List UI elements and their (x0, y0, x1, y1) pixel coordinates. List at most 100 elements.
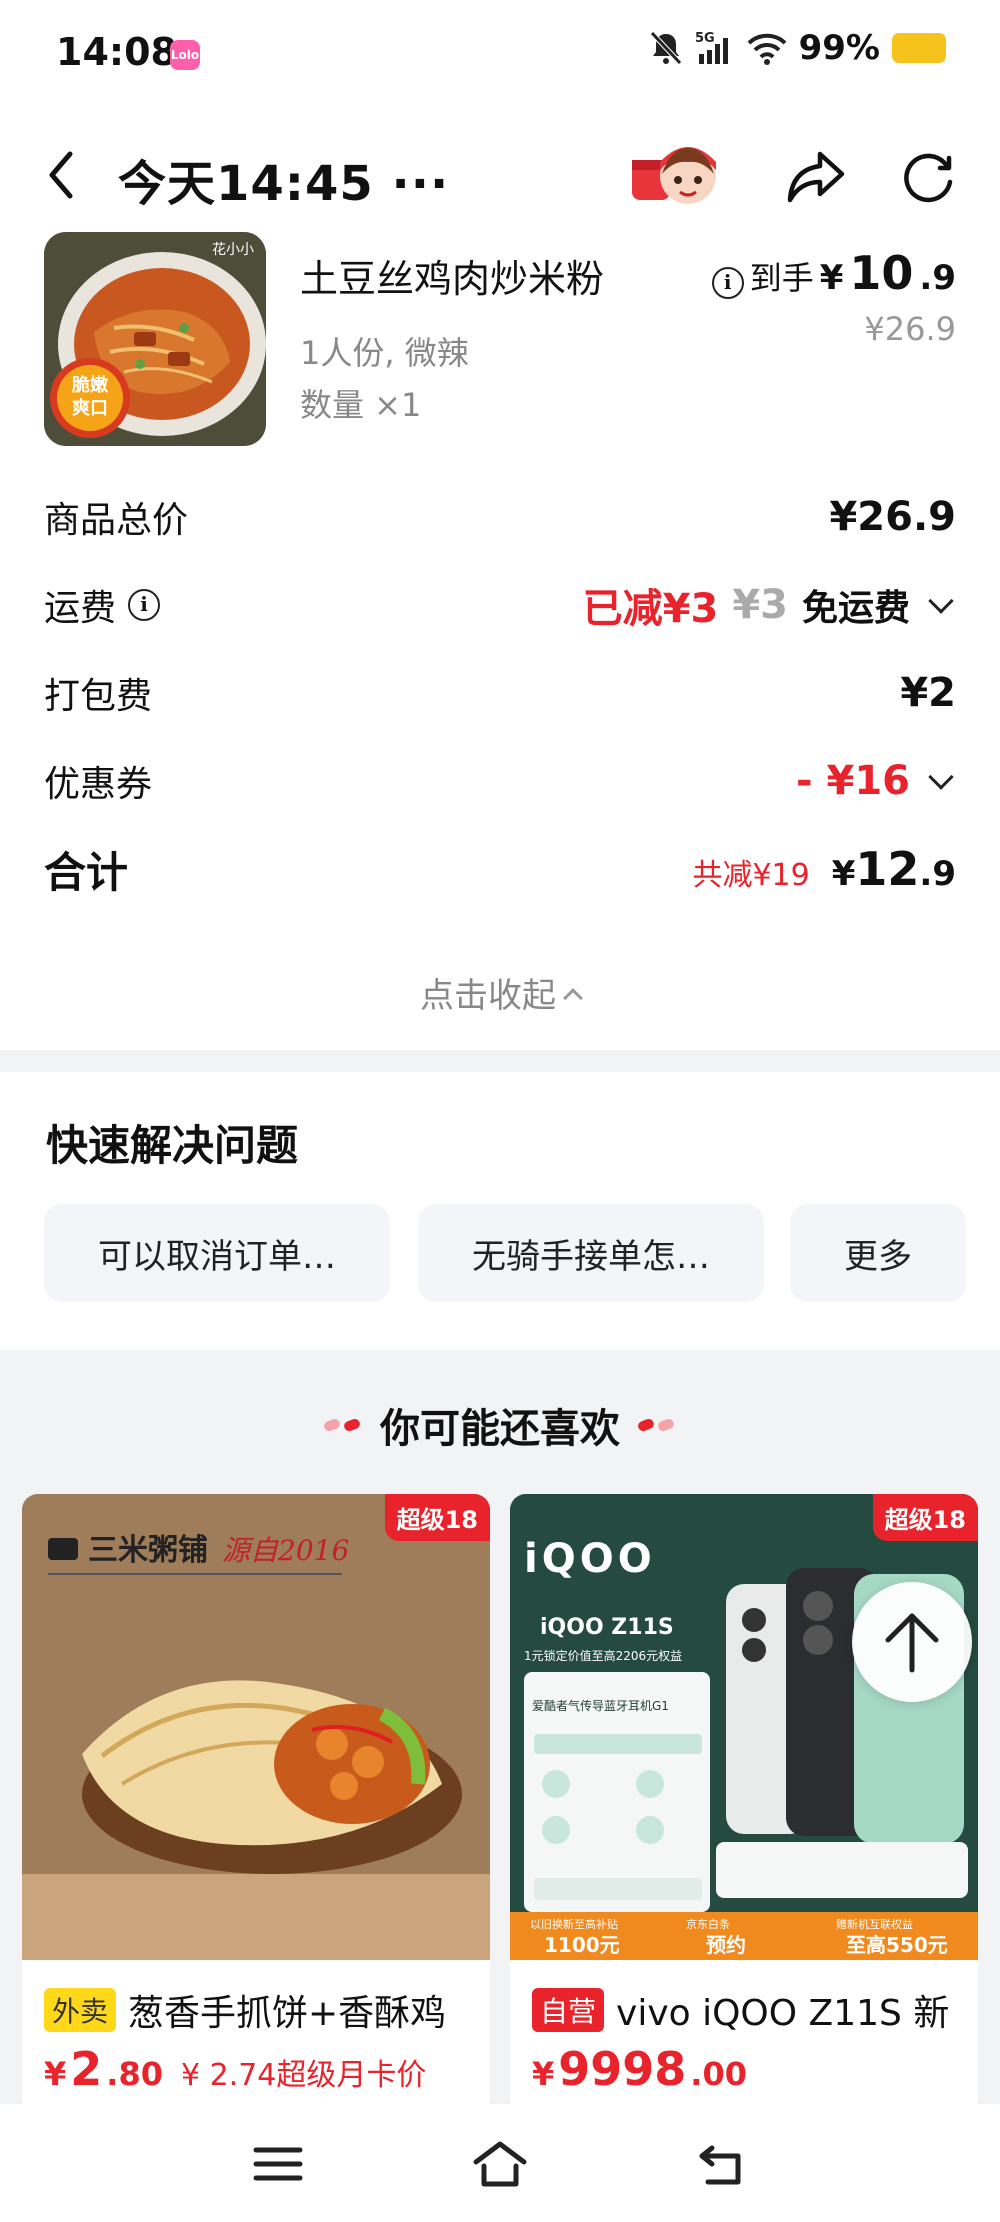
card-title-text: 葱香手抓饼+香酥鸡 (128, 1993, 447, 2034)
info-icon[interactable]: i (128, 589, 161, 621)
iqoo-bar-label-1: 以旧换新至高补贴 (530, 1917, 618, 1931)
final-price-dec: .9 (919, 258, 956, 298)
iqoo-image-model: iQOO Z11S (540, 1615, 674, 1640)
svg-text:5G: 5G (695, 31, 715, 46)
price-dec: .00 (690, 2055, 747, 2093)
coupon-value: - ¥16 (795, 758, 910, 804)
quick-chip-cancel-order[interactable]: 可以取消订单… (44, 1204, 390, 1302)
food-image-brand: 花小小 (212, 242, 254, 258)
signal-5g-icon: 5G (695, 31, 728, 64)
packing-fee-label: 打包费 (44, 676, 153, 717)
item-final-price: i 到手 ¥10.9 (711, 246, 956, 300)
back-icon[interactable] (694, 2138, 750, 2190)
mute-bell-icon (649, 31, 682, 65)
iqoo-product-image: iQOO iQOO Z11S 1元锁定价值至高2206元权益 爱酷者气传导蓝牙耳… (510, 1494, 978, 1960)
final-price-int: 10 (849, 246, 914, 300)
self-operated-tag: 自营 (532, 1988, 605, 2032)
back-arrow-icon[interactable] (46, 150, 76, 200)
food-image-sticker-line1: 脆嫩 (71, 374, 109, 396)
card-price: ¥2.80 ¥ 2.74超级月卡价 (44, 2042, 426, 2096)
coupon-row[interactable]: 优惠券 - ¥16 (44, 746, 956, 816)
recommend-title: 你可能还喜欢 (380, 1406, 620, 1452)
refresh-icon[interactable] (900, 148, 958, 206)
packing-fee-row: 打包费 ¥2 (44, 658, 956, 728)
item-original-price: ¥26.9 (864, 310, 956, 348)
subtotal-value: ¥26.9 (829, 494, 956, 540)
page-title: 今天14:45 ··· (118, 156, 450, 212)
total-label: 合计 (44, 847, 129, 897)
wifi-icon (747, 33, 786, 65)
delivery-reduced: 已减¥3 (582, 586, 719, 632)
status-bar: 14:08 Lolo 5G 99% (0, 0, 1000, 120)
scroll-to-top-button[interactable] (852, 1582, 972, 1702)
delivery-original: ¥3 (732, 582, 788, 628)
quick-solve-section: 快速解决问题 可以取消订单… 无骑手接单怎… 更多 (0, 1072, 1000, 1350)
food-image[interactable]: 脆嫩 爽口 花小小 (44, 232, 266, 446)
iqoo-bar-value-1: 1100元 (544, 1933, 620, 1957)
pancake-image-slogan: 源自2016 (222, 1534, 349, 1567)
delivery-free: 免运费 (801, 588, 910, 629)
item-quantity: 数量 ×1 (300, 386, 422, 424)
card-title: 自营 vivo iQOO Z11S 新 (532, 1984, 972, 2036)
quick-solve-title: 快速解决问题 (46, 1121, 299, 1170)
super-badge: 超级18 (872, 1494, 978, 1541)
iqoo-bar-label-3: 赠新机互联权益 (836, 1917, 913, 1931)
price-currency: ¥ (532, 2055, 555, 2093)
recommend-card-pancake[interactable]: 三米粥铺 源自2016 超级18 外卖 葱香手抓饼+香酥鸡 ¥2.80 ¥ 2.… (22, 1494, 490, 2114)
total-int: 12 (855, 842, 920, 896)
price-int: 9998 (558, 2042, 687, 2096)
card-price: ¥9998.00 (532, 2042, 747, 2096)
card-title-text: vivo iQOO Z11S 新 (616, 1993, 950, 2034)
app-notification-icon: Lolo (170, 40, 200, 70)
iqoo-bar-label-2: 京东白条 (686, 1917, 730, 1931)
packing-fee-value: ¥2 (900, 670, 956, 716)
battery-icon (892, 33, 946, 63)
chevron-up-icon (563, 988, 583, 1008)
subtotal-row: 商品总价 ¥26.9 (44, 482, 956, 552)
customer-service-avatar-icon[interactable] (630, 134, 722, 214)
status-indicators: 5G 99% (649, 28, 946, 68)
price-dec: .80 (106, 2055, 163, 2093)
total-reduced: 共减¥19 (692, 858, 810, 893)
share-icon[interactable] (786, 148, 846, 204)
total-currency: ¥ (831, 854, 856, 894)
super-badge: 超级18 (384, 1494, 490, 1541)
final-price-currency: ¥ (819, 258, 844, 298)
takeaway-tag: 外卖 (44, 1988, 117, 2032)
decor-right-icon (638, 1418, 674, 1432)
pancake-product-image: 三米粥铺 源自2016 (22, 1494, 490, 1960)
iqoo-image-brand: iQOO (524, 1536, 656, 1582)
price-int: 2 (70, 2042, 103, 2096)
battery-percent: 99% (798, 28, 880, 68)
final-price-label: 到手 (749, 259, 814, 297)
quick-chip-more[interactable]: 更多 (790, 1204, 966, 1302)
total-row: 合计 共减¥19 ¥12.9 (44, 834, 956, 904)
item-spec: 1人份, 微辣 (300, 334, 469, 372)
recommend-header: 你可能还喜欢 (0, 1396, 1000, 1454)
total-amount: ¥12.9 (832, 842, 956, 896)
food-image-sticker-line2: 爽口 (72, 398, 108, 419)
pancake-image-brand: 三米粥铺 (88, 1533, 208, 1568)
menu-icon[interactable] (250, 2138, 306, 2190)
collapse-button[interactable]: 点击收起 (0, 968, 1000, 1017)
card-title: 外卖 葱香手抓饼+香酥鸡 (44, 1984, 484, 2036)
quick-chip-no-rider[interactable]: 无骑手接单怎… (418, 1204, 764, 1302)
top-navigation: 今天14:45 ··· (0, 120, 1000, 232)
info-icon[interactable]: i (711, 267, 744, 299)
system-navigation-bar (0, 2104, 1000, 2222)
subtotal-label: 商品总价 (44, 500, 189, 541)
coupon-label: 优惠券 (44, 764, 153, 805)
decor-left-icon (324, 1418, 360, 1432)
chevron-down-icon[interactable] (928, 588, 954, 614)
status-time: 14:08 (56, 30, 177, 74)
price-currency: ¥ (44, 2055, 67, 2093)
order-detail-card: 脆嫩 爽口 花小小 土豆丝鸡肉炒米粉 1人份, 微辣 数量 ×1 i 到手 ¥1… (0, 232, 1000, 1050)
card-price-extra: ¥ 2.74超级月卡价 (180, 2058, 427, 2093)
total-dec: .9 (919, 854, 956, 894)
delivery-fee-label: 运费 (44, 588, 117, 629)
home-icon[interactable] (472, 2138, 528, 2190)
collapse-label: 点击收起 (420, 976, 556, 1016)
delivery-fee-row[interactable]: 运费 i 已减¥3 ¥3 免运费 (44, 570, 956, 640)
iqoo-image-line2: 爱酷者气传导蓝牙耳机G1 (532, 1698, 669, 1713)
chevron-down-icon[interactable] (928, 764, 954, 790)
